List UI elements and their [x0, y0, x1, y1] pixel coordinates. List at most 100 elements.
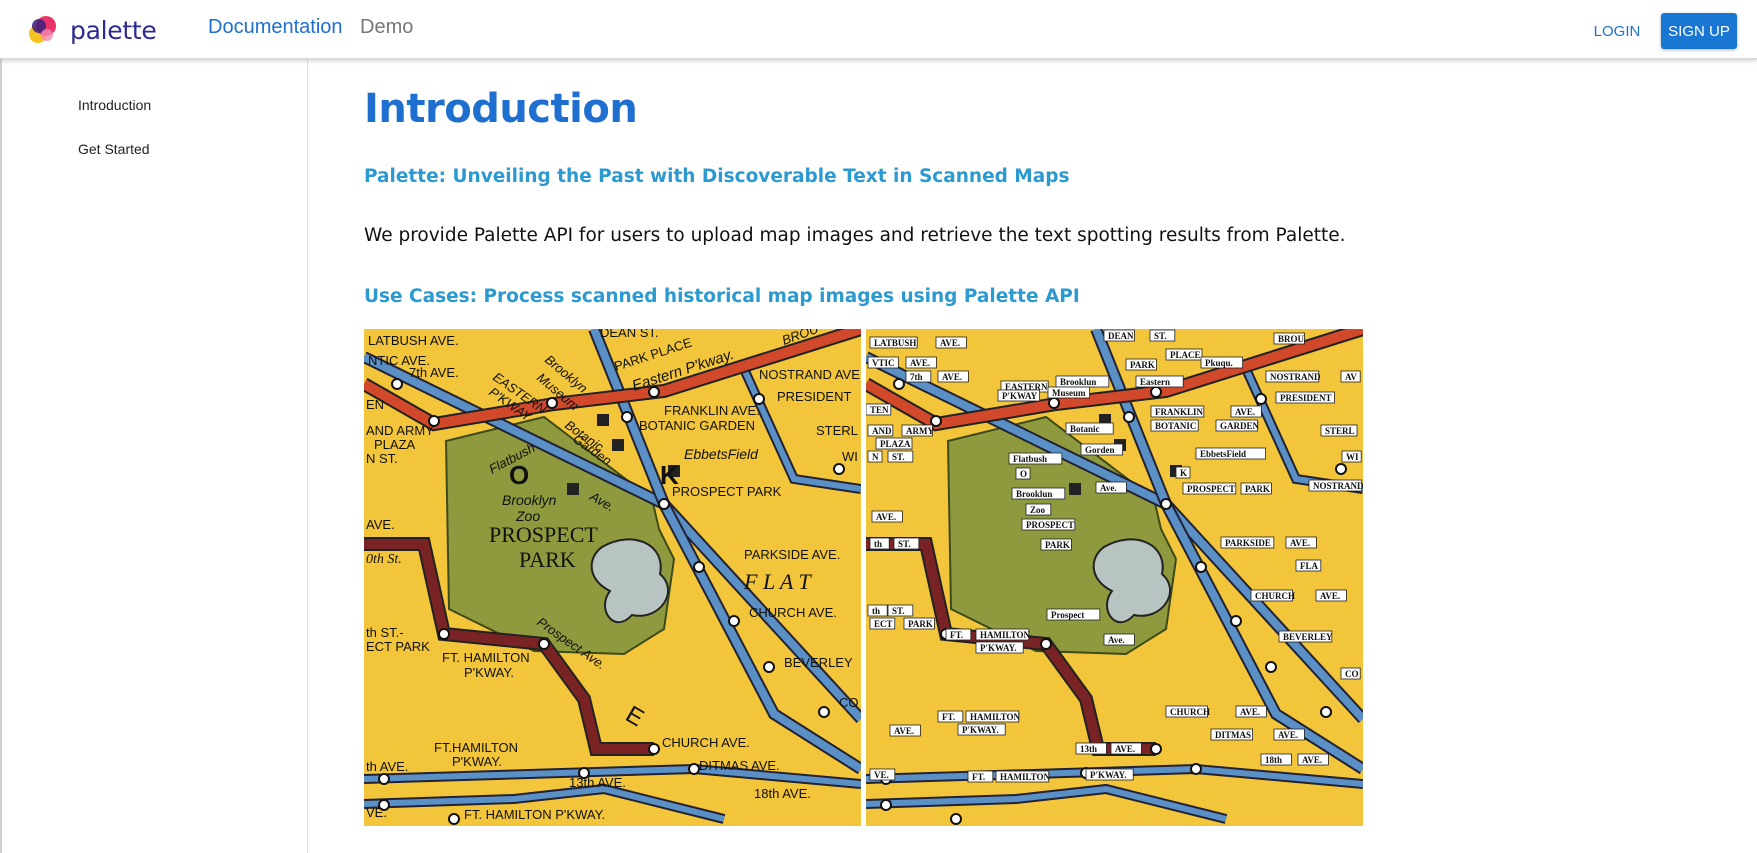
- map-label: STERL: [816, 423, 858, 438]
- brand-logo[interactable]: palette: [26, 12, 157, 48]
- map-label: PLAZA: [374, 437, 416, 452]
- detected-text-label: PLAZA: [880, 439, 911, 449]
- map-label: P'KWAY.: [452, 754, 502, 769]
- detected-text-label: ECT: [874, 619, 893, 629]
- map-label: CO: [839, 695, 859, 710]
- detected-text-label: WI: [1346, 452, 1359, 462]
- detected-text-label: AVE.: [894, 726, 914, 736]
- map-label: O: [509, 460, 529, 490]
- detected-text-label: VE.: [874, 770, 889, 780]
- detected-text-label: AVE.: [1320, 591, 1340, 601]
- detected-text-label: Flatbush: [1013, 454, 1047, 464]
- detected-text-label: VTIC: [872, 358, 895, 368]
- map-label: PROSPECT: [489, 522, 598, 547]
- detected-text-label: PROSPECT: [1026, 520, 1074, 530]
- detected-text-label: PARK: [1130, 360, 1155, 370]
- map-label: Brooklyn: [502, 492, 557, 508]
- detected-text-label: Botanic: [1070, 424, 1100, 434]
- map-label: DITMAS AVE.: [699, 758, 780, 773]
- map-label: th AVE.: [366, 759, 408, 774]
- page-title: Introduction: [364, 86, 638, 132]
- map-label: FRANKLIN AVE.: [664, 403, 760, 418]
- map-label: BEVERLEY: [784, 655, 853, 670]
- detected-text-label: Ave.: [1108, 635, 1125, 645]
- top-navigation-bar: palette Documentation Demo LOGIN SIGN UP: [0, 0, 1757, 59]
- detected-text-label: Prospect: [1051, 610, 1084, 620]
- map-label: PROSPECT PARK: [672, 484, 782, 499]
- map-label: LATBUSH AVE.: [368, 333, 459, 348]
- map-label: 18th AVE.: [754, 786, 811, 801]
- detected-text-label: AVE.: [1290, 538, 1310, 548]
- map-label: BOTANIC GARDEN: [639, 418, 755, 433]
- map-label: AND ARMY: [366, 423, 434, 438]
- detected-text-label: N: [872, 452, 879, 462]
- detected-text-label: BROU: [1278, 334, 1305, 344]
- detected-text-label: AND: [872, 426, 892, 436]
- login-button[interactable]: LOGIN: [1586, 14, 1648, 48]
- detected-text-label: HAMILTON: [970, 712, 1021, 722]
- nav-documentation-link[interactable]: Documentation: [208, 16, 343, 39]
- detected-text-label: CHURCH: [1170, 707, 1210, 717]
- detected-text-label: AVE.: [876, 512, 896, 522]
- detected-text-label: 7th: [910, 372, 923, 382]
- detected-text-label: P'KWAY: [1002, 391, 1038, 401]
- detected-text-label: PARK: [1245, 484, 1270, 494]
- detected-text-label: P'KWAY.: [980, 643, 1017, 653]
- detected-text-label: FLA: [1300, 561, 1319, 571]
- detected-text-label: th: [872, 606, 880, 616]
- detected-text-label: ST.: [898, 539, 911, 549]
- detected-text-label: HAMILTON: [1000, 772, 1051, 782]
- map-label: ECT PARK: [366, 639, 430, 654]
- detected-text-label: ARMY: [906, 426, 934, 436]
- map-label: th ST.-: [366, 625, 404, 640]
- detected-text-label: PLACE: [1170, 350, 1201, 360]
- detected-text-label: STERL: [1325, 426, 1355, 436]
- detected-text-label: ST.: [892, 606, 905, 616]
- nav-demo-link[interactable]: Demo: [360, 16, 413, 39]
- detected-text-label: AVE.: [942, 372, 962, 382]
- detected-text-label: PROSPECT: [1187, 484, 1235, 494]
- detected-text-label: HAMILTON: [980, 630, 1031, 640]
- map-label: N ST.: [366, 451, 398, 466]
- map-label: PRESIDENT: [777, 389, 851, 404]
- detected-text-label: Pkuqu.: [1205, 358, 1233, 368]
- description-text: We provide Palette API for users to uplo…: [364, 225, 1346, 246]
- map-label: EN: [366, 397, 384, 412]
- detected-text-label: AVE.: [1302, 755, 1322, 765]
- detected-text-label: EbbetsField: [1200, 449, 1246, 459]
- map-label: PARK: [519, 547, 576, 572]
- map-label: DEAN ST.: [600, 329, 659, 340]
- detected-text-label: BOTANIC: [1155, 421, 1196, 431]
- detected-text-label: K: [1180, 468, 1187, 478]
- map-label: WI: [842, 449, 858, 464]
- sidebar-item-get-started[interactable]: Get Started: [78, 141, 150, 157]
- map-label: 0th St.: [366, 552, 402, 567]
- detected-text-label: FRANKLIN: [1155, 407, 1204, 417]
- map-label: 13th AVE.: [569, 775, 626, 790]
- detected-text-label: Brooklun: [1060, 377, 1096, 387]
- signup-button[interactable]: SIGN UP: [1661, 13, 1737, 49]
- detected-text-label: PRESIDENT: [1280, 393, 1332, 403]
- detected-text-label: PARK: [908, 619, 933, 629]
- detected-text-label: TEN: [870, 405, 889, 415]
- detected-text-label: FT.: [972, 772, 985, 782]
- detected-text-label: AVE.: [940, 338, 960, 348]
- detected-text-label: AVE.: [1115, 744, 1135, 754]
- detected-text-label: AVE.: [1240, 707, 1260, 717]
- detected-text-label: CO: [1345, 669, 1359, 679]
- text-spotting-result-map-image: LATBUSH AVE. DEAN ST. BROU VTIC AVE. PARK PLACE P…: [866, 329, 1363, 826]
- detected-text-label: NOSTRAND: [1270, 372, 1321, 382]
- map-label: F L A T: [743, 569, 812, 594]
- subtitle-heading: Palette: Unveiling the Past with Discove…: [364, 166, 1070, 187]
- detected-text-label: FT.: [942, 712, 955, 722]
- brand-name: palette: [70, 15, 157, 45]
- detected-text-label: 13th: [1080, 744, 1097, 754]
- sidebar-item-introduction[interactable]: Introduction: [78, 97, 151, 113]
- detected-text-label: Eastern: [1140, 377, 1170, 387]
- detected-text-label: LATBUSH: [874, 338, 916, 348]
- map-label: P'KWAY.: [464, 665, 514, 680]
- detected-text-label: th: [874, 539, 882, 549]
- detected-text-label: CHURCH: [1255, 591, 1295, 601]
- map-label: FT.HAMILTON: [434, 740, 518, 755]
- palette-logo-icon: [29, 16, 56, 43]
